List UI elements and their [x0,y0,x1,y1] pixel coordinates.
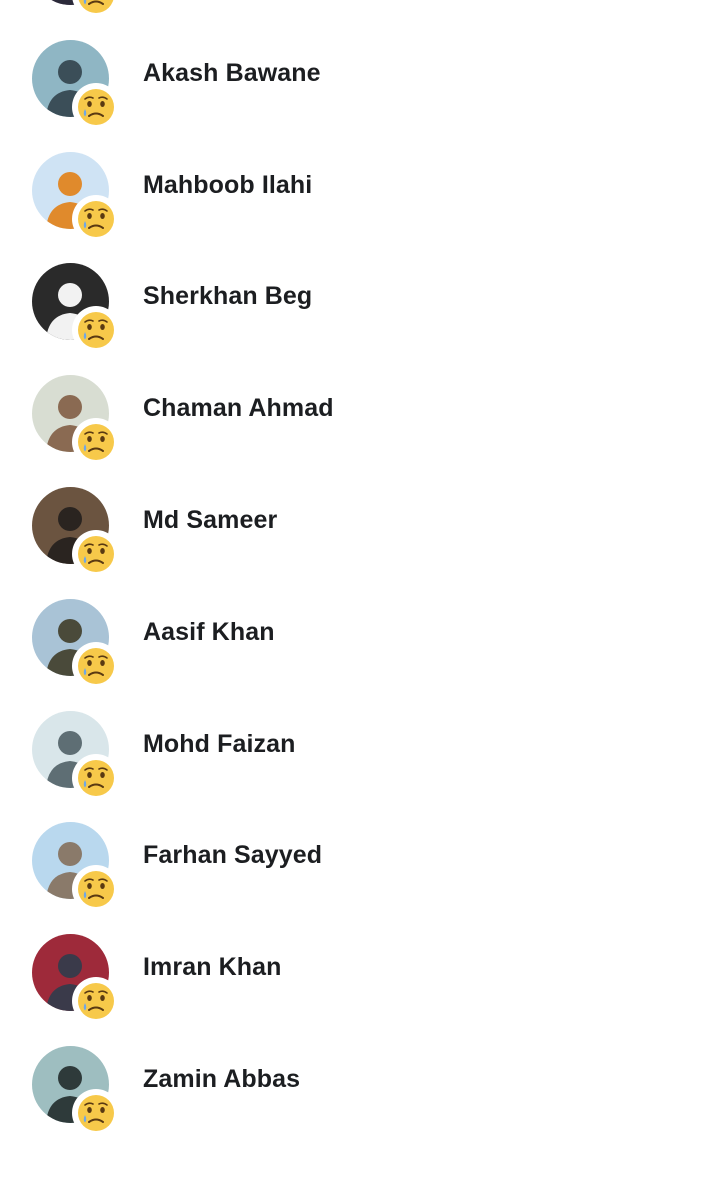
person-name[interactable]: Sherkhan Beg [143,282,312,311]
person-name[interactable]: Md Sameer [143,506,277,535]
list-item[interactable]: Sherkhan Beg [0,244,705,356]
sad-reaction-icon [72,977,120,1026]
list-item[interactable]: Mahboob Ilahi [0,133,705,245]
sad-reaction-icon [72,753,120,802]
list-item[interactable]: Aasif Khan [0,580,705,692]
person-name[interactable]: Mahboob Ilahi [143,171,312,200]
sad-reaction-icon [72,641,120,690]
list-item[interactable]: Farhan Sayyed [0,803,705,915]
sad-reaction-icon [72,306,120,355]
reactions-list: Rafique Shaikh Akash Bawane [0,0,705,1139]
sad-reaction-icon [72,82,120,131]
sad-reaction-icon [72,418,120,467]
person-name[interactable]: Imran Khan [143,953,282,982]
list-item[interactable]: Mohd Faizan [0,692,705,804]
sad-reaction-icon [72,0,120,19]
list-item[interactable]: Chaman Ahmad [0,356,705,468]
person-name[interactable]: Mohd Faizan [143,730,295,759]
sad-reaction-icon [72,194,120,243]
list-item[interactable]: Rafique Shaikh [0,0,705,21]
person-name[interactable]: Chaman Ahmad [143,394,334,423]
list-item[interactable]: Akash Bawane [0,21,705,133]
list-item[interactable]: Md Sameer [0,468,705,580]
person-name[interactable]: Aasif Khan [143,618,275,647]
person-name[interactable]: Zamin Abbas [143,1065,300,1094]
list-item[interactable]: Imran Khan [0,915,705,1027]
sad-reaction-icon [72,1088,120,1137]
sad-reaction-icon [72,529,120,578]
person-name[interactable]: Farhan Sayyed [143,841,322,870]
sad-reaction-icon [72,865,120,914]
list-item[interactable]: Zamin Abbas [0,1027,705,1139]
person-name[interactable]: Akash Bawane [143,59,321,88]
